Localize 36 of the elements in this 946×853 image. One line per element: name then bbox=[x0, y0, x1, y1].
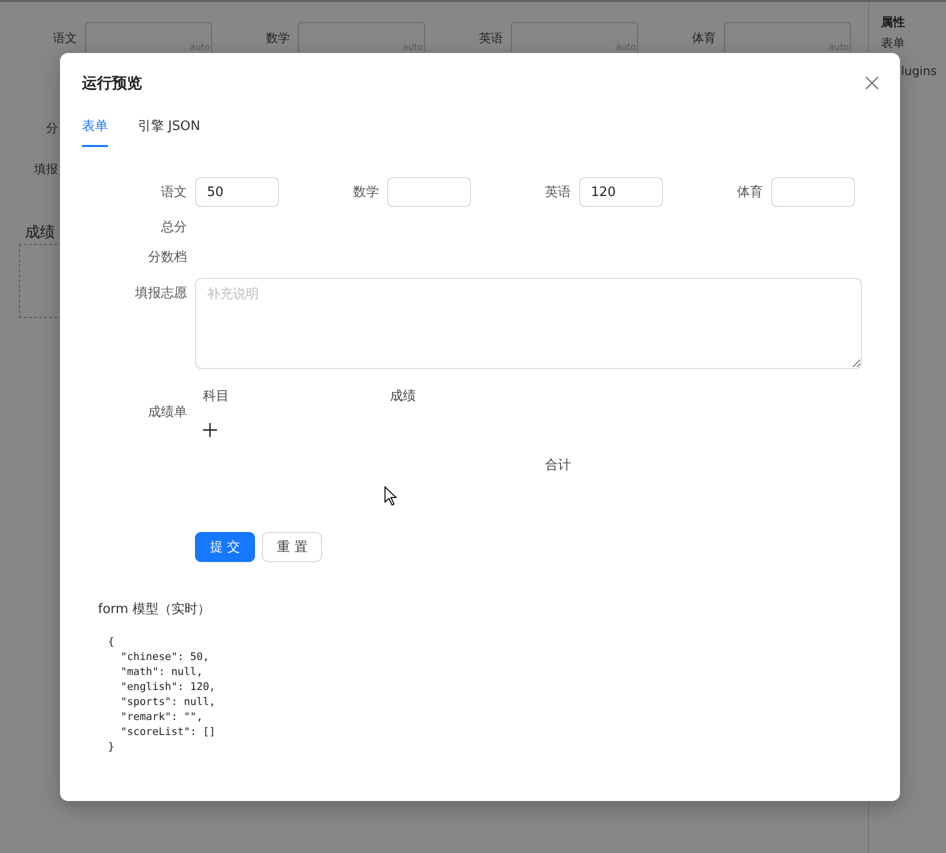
panel-item[interactable]: 表单 bbox=[881, 35, 905, 52]
section-title: form 模型（实时） bbox=[98, 601, 212, 618]
field-label: 数学 bbox=[266, 30, 290, 47]
reset-button[interactable]: 重 置 bbox=[262, 532, 322, 562]
tab[interactable]: 引擎 JSON bbox=[138, 111, 200, 147]
field-label: 语文 bbox=[53, 30, 77, 47]
panel-title: 属性 bbox=[881, 14, 905, 31]
panel-item[interactable]: lugins bbox=[901, 64, 937, 78]
code-text: { "chinese": 50, "math": null, "english": 120, "sports": null, "remark": "", "scoreList": [] } bbox=[108, 635, 216, 755]
tab[interactable]: 表单 bbox=[82, 111, 108, 147]
add-icon[interactable] bbox=[203, 423, 217, 437]
field-label: 成绩单 bbox=[147, 404, 187, 422]
field-label: 体育 bbox=[692, 30, 716, 47]
cursor-icon bbox=[384, 486, 397, 506]
remark-field[interactable]: 补充说明 bbox=[195, 278, 862, 369]
submit-button[interactable]: 提 交 bbox=[195, 532, 256, 562]
number-field[interactable]: 120 bbox=[579, 177, 663, 207]
field-label: 总分 bbox=[160, 219, 187, 236]
field-label: 语文 bbox=[160, 184, 187, 201]
field-label: 英语 bbox=[479, 30, 503, 47]
field-label: 分数档 bbox=[147, 249, 187, 266]
field-label: 体育 bbox=[736, 184, 763, 201]
field-label: 数学 bbox=[352, 184, 379, 201]
field-label: 英语 bbox=[544, 184, 571, 201]
number-field[interactable] bbox=[387, 177, 471, 207]
column-header: 科目 bbox=[203, 388, 230, 405]
total-label: 合计 bbox=[545, 457, 572, 474]
field-label: 填报 bbox=[34, 161, 58, 178]
close-icon[interactable] bbox=[865, 76, 879, 90]
number-field[interactable] bbox=[771, 177, 855, 207]
column-header: 成绩 bbox=[390, 388, 417, 405]
field-label: 分 bbox=[46, 120, 58, 137]
number-field[interactable]: 50 bbox=[195, 177, 279, 207]
field-label: 填报志愿 bbox=[134, 285, 187, 303]
section-title: 成绩 bbox=[25, 223, 55, 242]
dialog-title: 运行预览 bbox=[82, 74, 142, 92]
